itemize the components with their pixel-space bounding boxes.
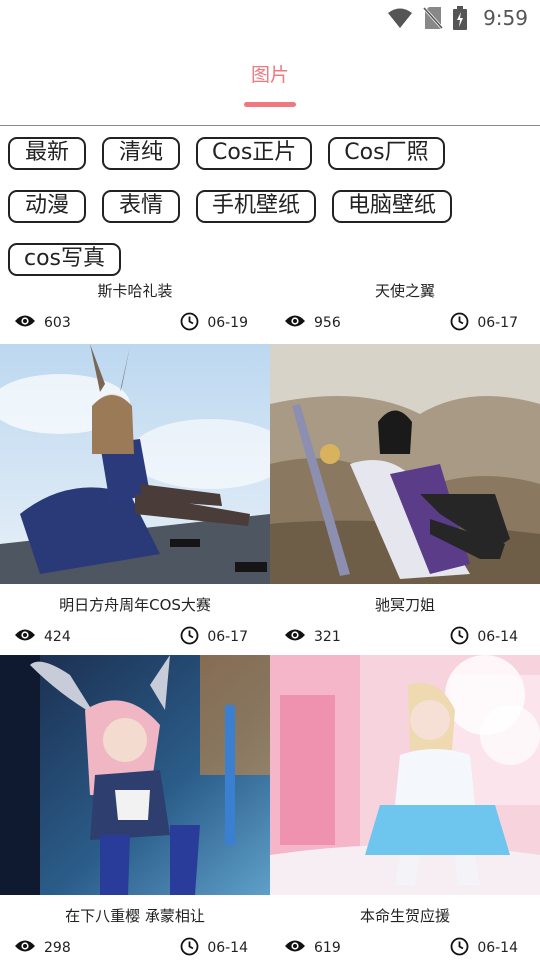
tab-header: 图片 [0,36,540,126]
card-title: 驰冥刀姐 [374,596,435,614]
view-count: 424 [44,629,71,645]
card-title: 本命生贺应援 [359,907,450,925]
view-count: 321 [314,629,341,645]
card-date: 06-14 [207,940,248,956]
card[interactable]: 天使之翼 956 06-17 [270,280,540,340]
card[interactable]: 在下八重樱 承蒙相让 298 06-14 [0,655,270,965]
status-time: 9:59 [483,6,528,30]
card-date: 06-19 [207,315,248,331]
tab-images[interactable]: 图片 [0,60,540,87]
chip-cos-photo[interactable]: cos写真 [8,243,122,276]
view-count: 619 [314,940,341,956]
card-date: 06-17 [207,629,248,645]
eye-icon [14,314,36,332]
card[interactable]: 本命生贺应援 619 06-14 [270,655,540,965]
card-meta: 956 06-17 [270,306,540,340]
card-image[interactable] [0,655,270,895]
chip-emoji[interactable]: 表情 [102,190,180,223]
card-date: 06-17 [477,315,518,331]
card[interactable]: 明日方舟周年COS大赛 424 06-17 [0,344,270,654]
eye-icon [14,939,36,957]
wifi-icon [387,7,413,29]
card-meta: 424 06-17 [0,620,270,654]
card-date: 06-14 [477,940,518,956]
eye-icon [284,939,306,957]
card-meta: 321 06-14 [270,620,540,654]
battery-charging-icon [453,6,468,30]
card-title: 明日方舟周年COS大赛 [59,596,211,614]
clock-icon [450,937,469,960]
clock-icon [180,937,199,960]
eye-icon [284,628,306,646]
card-date: 06-14 [477,629,518,645]
chip-phone-wallpaper[interactable]: 手机壁纸 [196,190,317,223]
card[interactable]: 驰冥刀姐 321 06-14 [270,344,540,654]
tab-indicator [244,102,296,107]
view-count: 298 [44,940,71,956]
eye-icon [14,628,36,646]
no-sim-icon [423,6,444,30]
card-image[interactable] [270,344,540,584]
chip-pc-wallpaper[interactable]: 电脑壁纸 [332,190,453,223]
card-title: 天使之翼 [374,282,435,300]
chip-anime[interactable]: 动漫 [8,190,86,223]
clock-icon [450,626,469,649]
chip-cos-official[interactable]: Cos正片 [196,137,313,170]
card-meta: 603 06-19 [0,306,270,340]
card-image[interactable] [0,344,270,584]
card-title: 斯卡哈礼装 [97,282,173,300]
category-chips: 最新 清纯 Cos正片 Cos厂照 动漫 表情 手机壁纸 电脑壁纸 cos写真 [8,137,528,276]
chip-cos-factory[interactable]: Cos厂照 [328,137,445,170]
eye-icon [284,314,306,332]
chip-latest[interactable]: 最新 [8,137,86,170]
status-bar: 9:59 [0,0,540,36]
view-count: 603 [44,315,71,331]
card-title: 在下八重樱 承蒙相让 [65,907,205,925]
clock-icon [180,626,199,649]
view-count: 956 [314,315,341,331]
card-image[interactable] [270,655,540,895]
chip-pure[interactable]: 清纯 [102,137,180,170]
clock-icon [180,312,199,335]
card[interactable]: 斯卡哈礼装 603 06-19 [0,280,270,340]
clock-icon [450,312,469,335]
